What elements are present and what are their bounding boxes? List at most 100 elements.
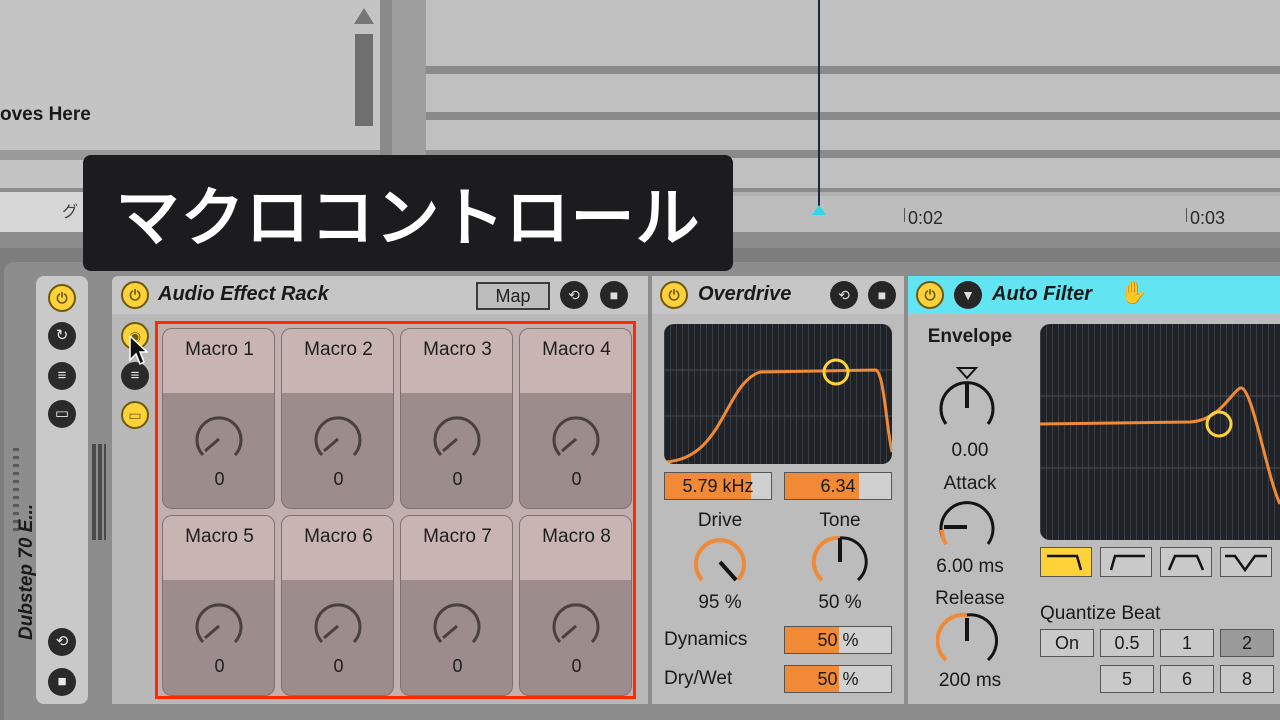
caption-text: マクロコントロール [115, 182, 701, 256]
track-device-strip: ⏻ ↻ ≡ ▭ ⟲ ■ [36, 276, 88, 704]
macro-value: 0 [571, 656, 582, 676]
macro-value: 0 [452, 656, 463, 676]
macro-knob[interactable] [429, 411, 485, 467]
macro-controls: Macro 1 0 Macro 2 0 Macro 3 0 Macro 4 0 … [155, 321, 636, 699]
tone-label: Tone [819, 510, 861, 531]
track-power-icon[interactable]: ⏻ [48, 284, 76, 312]
macro-label: Macro 1 [185, 339, 254, 360]
track-device-name: Dubstep 70 E... [16, 503, 37, 640]
save-icon[interactable]: ■ [48, 668, 76, 696]
dynamics-label: Dynamics [664, 629, 748, 650]
drywet-label: Dry/Wet [664, 668, 733, 689]
scrollbar-thumb[interactable] [355, 34, 373, 126]
drive-value: 95 % [698, 592, 742, 613]
macro-7[interactable]: Macro 7 0 [400, 515, 513, 696]
frequency-field[interactable]: 5.79 kHz [664, 472, 772, 500]
clip-name: oves Here [0, 104, 91, 125]
auto-filter-display[interactable] [1040, 324, 1280, 540]
macro-label: Macro 8 [542, 526, 611, 547]
macro-4[interactable]: Macro 4 0 [519, 328, 632, 509]
lane-separator [426, 66, 1280, 74]
lowpass-button[interactable] [1040, 547, 1092, 577]
hot-swap-icon[interactable]: ⟲ [830, 281, 858, 309]
macro-knob[interactable] [548, 411, 604, 467]
save-icon[interactable]: ■ [868, 281, 896, 309]
save-icon[interactable]: ■ [600, 281, 628, 309]
macro-knob[interactable] [191, 598, 247, 654]
macro-value: 0 [333, 469, 344, 489]
macro-value: 0 [214, 656, 225, 676]
release-knob[interactable] [936, 610, 998, 672]
quantize-5-button[interactable]: 5 [1100, 665, 1154, 693]
macro-2[interactable]: Macro 2 0 [281, 328, 394, 509]
fold-icon[interactable]: ▼ [954, 281, 982, 309]
drywet-field[interactable]: 50 % [784, 665, 892, 693]
tone-knob[interactable] [810, 532, 870, 592]
list-icon[interactable]: ≡ [48, 362, 76, 390]
attack-value: 6.00 ms [936, 556, 1004, 577]
dynamics-field[interactable]: 50 % [784, 626, 892, 654]
rack-title: Audio Effect Rack [158, 283, 329, 305]
width-field[interactable]: 6.34 [784, 472, 892, 500]
lane-separator [426, 112, 1280, 120]
macro-6[interactable]: Macro 6 0 [281, 515, 394, 696]
playhead-line [818, 0, 820, 214]
macro-label: Macro 3 [423, 339, 492, 360]
ruler-tick [1186, 208, 1187, 222]
bandpass-button[interactable] [1160, 547, 1212, 577]
macro-label: Macro 2 [304, 339, 373, 360]
macro-label: Macro 5 [185, 526, 254, 547]
collapse-icon[interactable]: ▭ [48, 400, 76, 428]
envelope-value: 0.00 [951, 440, 989, 461]
ruler-label-0-03: 0:03 [1190, 208, 1226, 228]
overdrive-power-icon[interactable]: ⏻ [660, 281, 688, 309]
macro-knob[interactable] [310, 411, 366, 467]
tone-value: 50 % [818, 592, 862, 613]
macro-value: 0 [571, 469, 582, 489]
ruler-label-0-02: 0:02 [908, 208, 944, 228]
quantize-1-button[interactable]: 1 [1160, 629, 1214, 657]
chain-level-meter [92, 444, 106, 540]
map-button[interactable]: Map [476, 282, 550, 310]
auto-filter-curve [1040, 324, 1280, 540]
macro-knob[interactable] [548, 598, 604, 654]
rack-power-icon[interactable]: ⏻ [121, 281, 149, 309]
macro-5[interactable]: Macro 5 0 [162, 515, 275, 696]
device-view-icon[interactable]: ▭ [121, 401, 149, 429]
macro-knob[interactable] [429, 598, 485, 654]
locator-label: グ [62, 204, 79, 221]
quantize-6-button[interactable]: 6 [1160, 665, 1214, 693]
hot-swap-icon[interactable]: ↻ [48, 322, 76, 350]
overdrive-filter-display[interactable] [664, 324, 892, 464]
macro-3[interactable]: Macro 3 0 [400, 328, 513, 509]
ruler-tick [904, 208, 905, 222]
arrow-cursor-icon [129, 334, 148, 366]
macro-8[interactable]: Macro 8 0 [519, 515, 632, 696]
quantize-beat-label: Quantize Beat [1040, 603, 1161, 624]
macro-value: 0 [333, 656, 344, 676]
attack-knob[interactable] [936, 494, 998, 556]
caption-overlay: マクロコントロール [83, 155, 733, 271]
quantize-0-5-button[interactable]: 0.5 [1100, 629, 1154, 657]
notch-button[interactable] [1220, 547, 1272, 577]
quantize-8-button[interactable]: 8 [1220, 665, 1274, 693]
drive-knob[interactable] [690, 532, 750, 592]
highpass-button[interactable] [1100, 547, 1152, 577]
macro-knob[interactable] [310, 598, 366, 654]
release-label: Release [935, 588, 1005, 609]
macro-1[interactable]: Macro 1 0 [162, 328, 275, 509]
quantize-2-button[interactable]: 2 [1220, 629, 1274, 657]
playhead-marker-icon[interactable] [812, 205, 826, 215]
auto-filter-power-icon[interactable]: ⏻ [916, 281, 944, 309]
macro-value: 0 [214, 469, 225, 489]
macro-knob[interactable] [191, 411, 247, 467]
macro-label: Macro 6 [304, 526, 373, 547]
macro-label: Macro 4 [542, 339, 611, 360]
quantize-on-button[interactable]: On [1040, 629, 1094, 657]
attack-label: Attack [943, 473, 997, 494]
envelope-knob[interactable] [936, 366, 998, 438]
hot-swap-icon[interactable]: ⟲ [48, 628, 76, 656]
hot-swap-icon[interactable]: ⟲ [560, 281, 588, 309]
drive-label: Drive [697, 510, 743, 531]
scroll-up-icon[interactable] [354, 8, 374, 24]
